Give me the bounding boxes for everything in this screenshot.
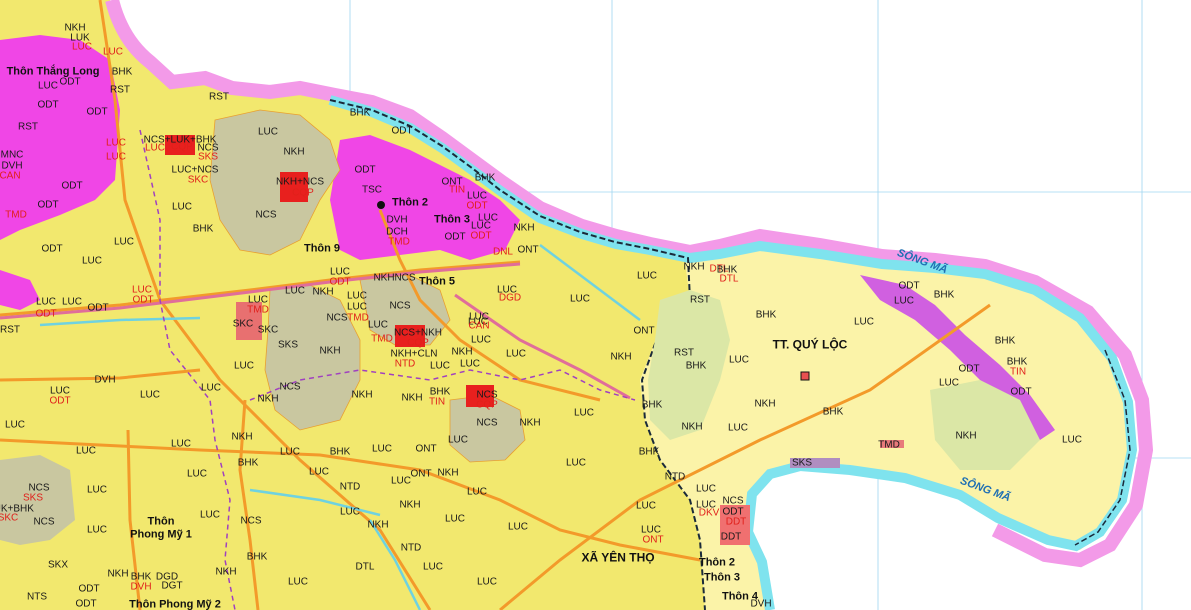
defense-block-3	[466, 385, 494, 407]
industrial-block-east	[720, 505, 750, 545]
defense-block-4	[165, 135, 195, 155]
defense-block-1	[280, 172, 308, 202]
industrial-block	[236, 302, 262, 340]
commercial-block	[880, 440, 904, 448]
land-use-map[interactable]: Thôn Thắng Long Thôn 2 Thôn 3 Thôn 9 Thô…	[0, 0, 1191, 610]
admin-center-marker	[377, 201, 385, 209]
town-center-marker	[800, 371, 810, 381]
map-canvas	[0, 0, 1191, 610]
sks-block	[790, 458, 840, 468]
defense-block-2	[395, 325, 425, 347]
